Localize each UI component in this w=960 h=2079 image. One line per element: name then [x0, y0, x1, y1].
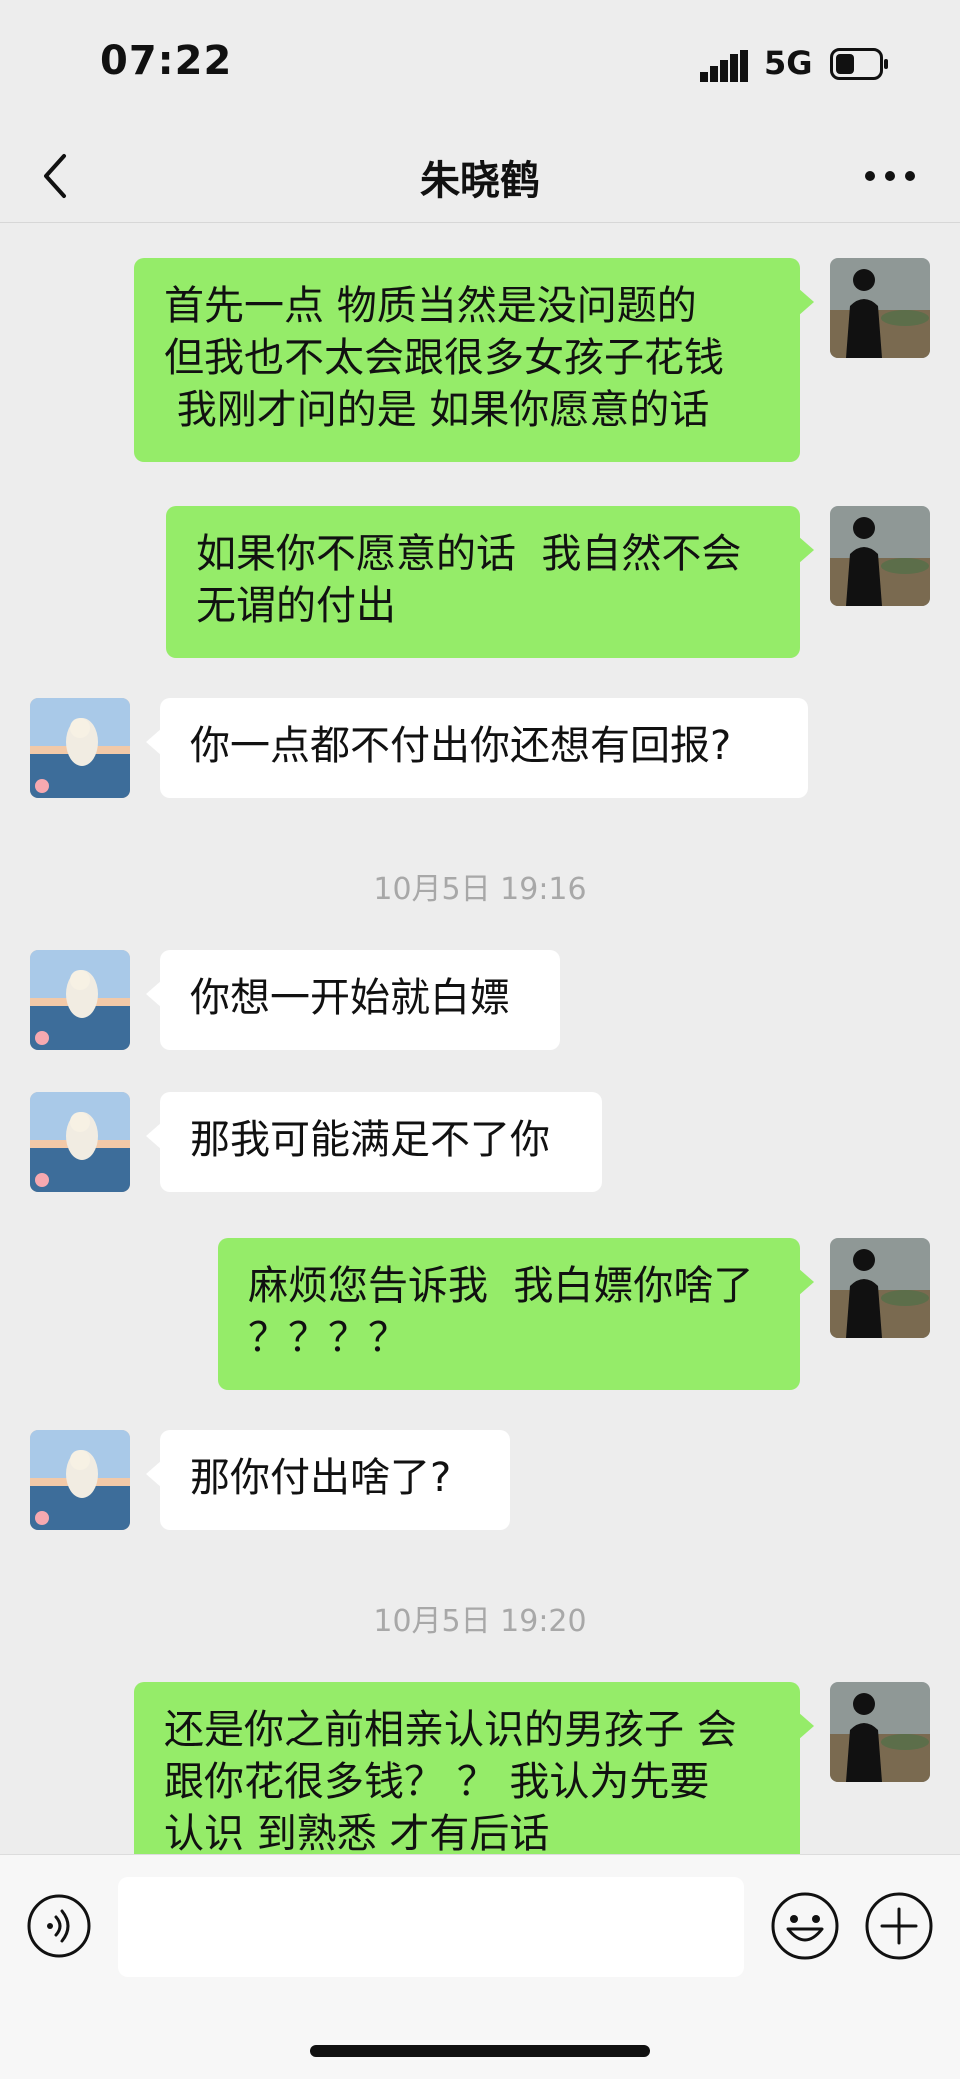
contact-avatar[interactable]	[30, 1430, 130, 1530]
message-bubble-sent[interactable]: 如果你不愿意的话 我自然不会 无谓的付出	[166, 506, 814, 658]
status-time: 07:22	[100, 38, 233, 84]
battery-icon	[830, 48, 888, 80]
message-bubble-received[interactable]: 那你付出啥了?	[146, 1430, 510, 1530]
plus-icon[interactable]	[864, 1891, 934, 1961]
my-avatar[interactable]	[830, 1682, 930, 1782]
more-horizontal-icon[interactable]	[858, 150, 922, 202]
message-timestamp: 10月5日 19:16	[373, 872, 587, 907]
my-avatar[interactable]	[830, 1238, 930, 1338]
message-bubble-sent[interactable]: 麻烦您告诉我 我白嫖你啥了 ？？？？	[218, 1238, 814, 1390]
message-bubble-received[interactable]: 那我可能满足不了你	[146, 1092, 602, 1192]
contact-avatar[interactable]	[30, 950, 130, 1050]
contact-avatar[interactable]	[30, 1092, 130, 1192]
message-bubble-received[interactable]: 你想一开始就白嫖	[146, 950, 560, 1050]
message-input[interactable]	[118, 1877, 744, 1977]
emoji-icon[interactable]	[770, 1891, 840, 1961]
message-bubble-sent[interactable]: 首先一点 物质当然是没问题的 但我也不太会跟很多女孩子花钱 我刚才问的是 如果你…	[134, 258, 814, 462]
message-bubble-sent[interactable]: 还是你之前相亲认识的男孩子 会 跟你花很多钱？ ？ 我认为先要 认识 到熟悉 才…	[134, 1682, 814, 1854]
chat-title: 朱晓鹤	[420, 158, 540, 204]
my-avatar[interactable]	[830, 258, 930, 358]
input-bar	[0, 1854, 960, 2079]
message-bubble-received[interactable]: 你一点都不付出你还想有回报?	[146, 698, 808, 798]
signal-bars-icon	[700, 50, 748, 82]
nav-bar: 朱晓鹤	[0, 130, 960, 223]
home-indicator	[310, 2045, 650, 2057]
network-type: 5G	[764, 44, 813, 82]
my-avatar[interactable]	[830, 506, 930, 606]
status-bar: 07:22 5G	[0, 0, 960, 130]
message-timestamp: 10月5日 19:20	[373, 1604, 587, 1639]
chat-message-list[interactable]: 首先一点 物质当然是没问题的 但我也不太会跟很多女孩子花钱 我刚才问的是 如果你…	[0, 222, 960, 1854]
contact-avatar[interactable]	[30, 698, 130, 798]
voice-icon[interactable]	[26, 1893, 92, 1959]
